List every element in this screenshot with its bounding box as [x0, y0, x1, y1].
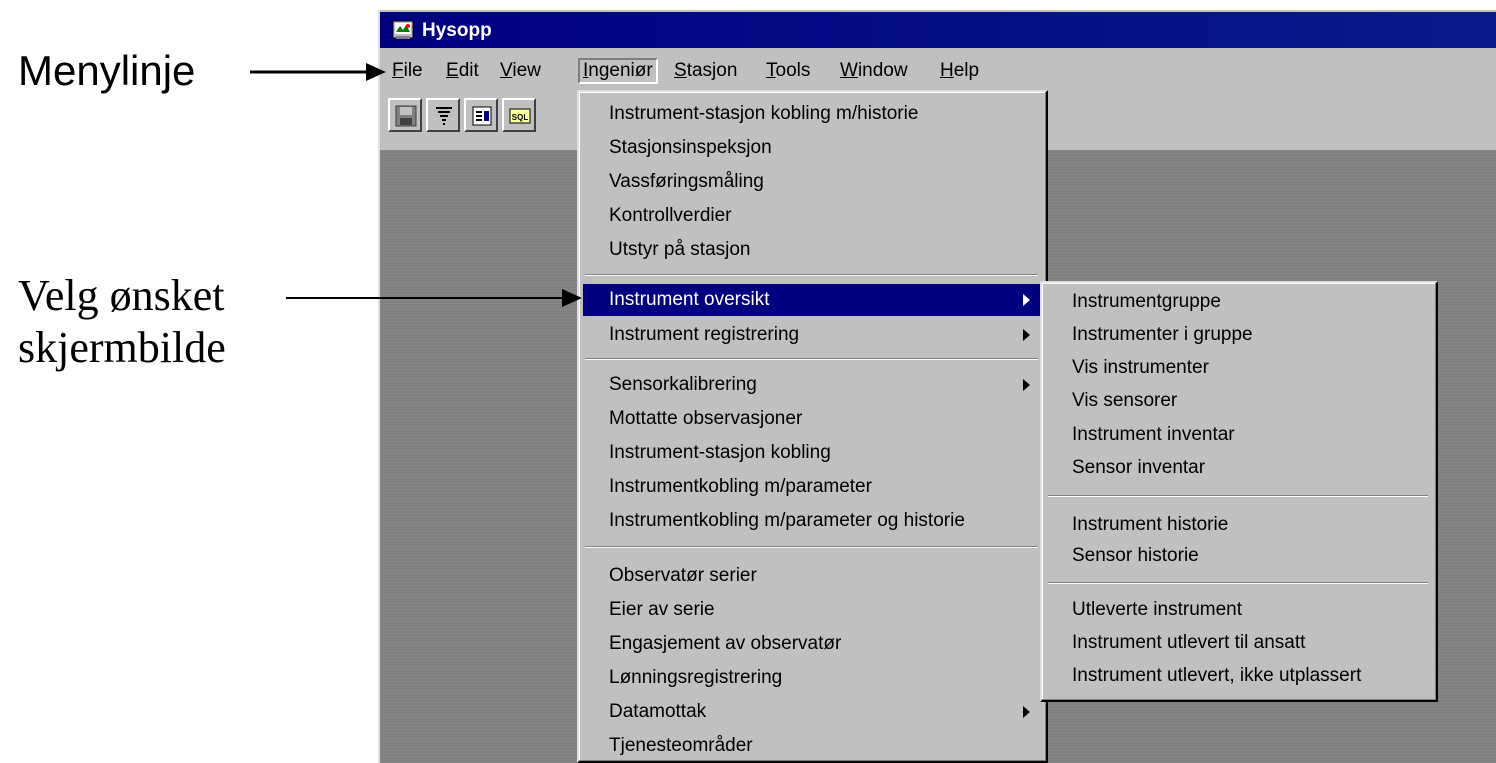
submenu-arrow-icon [1023, 706, 1030, 718]
menu-tools[interactable]: Tools [762, 58, 814, 84]
menu-item-datamottak[interactable]: Datamottak [583, 696, 1040, 728]
instrument-oversikt-submenu: Instrumentgruppe Instrumenter i gruppe V… [1040, 281, 1438, 702]
sql-icon: SQL [509, 108, 531, 124]
select-screen-line1: Velg ønsket [18, 271, 225, 320]
menu-item-instrument-oversikt[interactable]: Instrument oversikt [583, 284, 1040, 316]
menu-file[interactable]: File [388, 58, 427, 84]
menu-separator [585, 274, 1038, 276]
menu-item-tjenesteomrader[interactable]: Tjenesteområder [583, 730, 1040, 762]
save-button[interactable] [388, 98, 422, 132]
submenu-item-instrumenter-i-gruppe[interactable]: Instrumenter i gruppe [1046, 319, 1430, 351]
submenu-item-utleverte-instrument[interactable]: Utleverte instrument [1046, 594, 1430, 626]
submenu-item-instrument-inventar[interactable]: Instrument inventar [1046, 419, 1430, 451]
submenu-arrow-icon [1023, 294, 1030, 306]
submenu-arrow-icon [1023, 329, 1030, 341]
menu-item-engasjement-observator[interactable]: Engasjement av observatør [583, 628, 1040, 660]
title-bar: Hysopp [380, 12, 1496, 48]
menu-item-kontrollverdier[interactable]: Kontrollverdier [583, 200, 1040, 232]
form-button[interactable] [464, 98, 498, 132]
menu-item-label: Sensorkalibrering [609, 374, 757, 395]
select-screen-annotation: Velg ønsket skjermbilde [18, 270, 226, 374]
menu-separator [1048, 582, 1428, 584]
hysopp-app-icon [392, 20, 414, 39]
menu-item-instrumentkobling-parameter-historie[interactable]: Instrumentkobling m/parameter og histori… [583, 505, 1040, 537]
menu-item-label: Datamottak [609, 701, 707, 722]
menu-item-label: Instrument oversikt [609, 289, 770, 310]
submenu-item-vis-sensorer[interactable]: Vis sensorer [1046, 385, 1430, 417]
menu-item-lonningsregistrering[interactable]: Lønningsregistrering [583, 662, 1040, 694]
sql-button[interactable]: SQL [502, 98, 536, 132]
submenu-item-instrument-historie[interactable]: Instrument historie [1046, 509, 1430, 541]
ingenior-menu: Instrument-stasjon kobling m/historie St… [577, 90, 1048, 763]
select-screen-line2: skjermbilde [18, 323, 226, 372]
save-icon [395, 105, 417, 127]
menu-window[interactable]: Window [836, 58, 912, 84]
menu-ingenior[interactable]: Ingeniør [578, 58, 658, 84]
menu-bar-arrow [250, 63, 386, 81]
menu-item-mottatte-observasjoner[interactable]: Mottatte observasjoner [583, 403, 1040, 435]
menu-item-utstyr-pa-stasjon[interactable]: Utstyr på stasjon [583, 234, 1040, 266]
menu-separator [585, 546, 1038, 548]
menu-item-label: Instrument registrering [609, 324, 800, 345]
form-icon [472, 106, 492, 126]
tornado-button[interactable] [426, 98, 460, 132]
menu-item-sensorkalibrering[interactable]: Sensorkalibrering [583, 369, 1040, 401]
menu-item-instrument-stasjon-kobling[interactable]: Instrument-stasjon kobling [583, 437, 1040, 469]
menu-view[interactable]: View [496, 58, 545, 84]
submenu-item-sensor-historie[interactable]: Sensor historie [1046, 540, 1430, 572]
submenu-item-instrument-utlevert-ikke-utplassert[interactable]: Instrument utlevert, ikke utplassert [1046, 660, 1430, 692]
menu-item-vassforingsmaling[interactable]: Vassføringsmåling [583, 166, 1040, 198]
menu-item-eier-av-serie[interactable]: Eier av serie [583, 594, 1040, 626]
menu-item-instrumentkobling-parameter[interactable]: Instrumentkobling m/parameter [583, 471, 1040, 503]
menu-edit[interactable]: Edit [442, 58, 483, 84]
menu-stasjon[interactable]: Stasjon [670, 58, 741, 84]
menu-item-observator-serier[interactable]: Observatør serier [583, 560, 1040, 592]
menu-bar-annotation: Menylinje [18, 47, 196, 94]
menu-separator [585, 358, 1038, 360]
menu-bar: File Edit View Ingeniør Stasjon Tools Wi… [380, 52, 1496, 90]
window-title: Hysopp [422, 20, 492, 41]
submenu-item-vis-instrumenter[interactable]: Vis instrumenter [1046, 352, 1430, 384]
menu-item-instrument-registrering[interactable]: Instrument registrering [583, 319, 1040, 351]
tornado-icon [436, 107, 452, 125]
menu-separator [1048, 495, 1428, 497]
sql-icon-text: SQL [512, 113, 529, 122]
submenu-item-instrument-utlevert-ansatt[interactable]: Instrument utlevert til ansatt [1046, 627, 1430, 659]
menu-help[interactable]: Help [936, 58, 983, 84]
submenu-arrow-icon [1023, 379, 1030, 391]
submenu-item-instrumentgruppe[interactable]: Instrumentgruppe [1046, 286, 1430, 318]
menu-item-stasjonsinspeksjon[interactable]: Stasjonsinspeksjon [583, 132, 1040, 164]
menu-item-instrument-stasjon-kobling-historie[interactable]: Instrument-stasjon kobling m/historie [583, 98, 1040, 130]
submenu-item-sensor-inventar[interactable]: Sensor inventar [1046, 452, 1430, 484]
